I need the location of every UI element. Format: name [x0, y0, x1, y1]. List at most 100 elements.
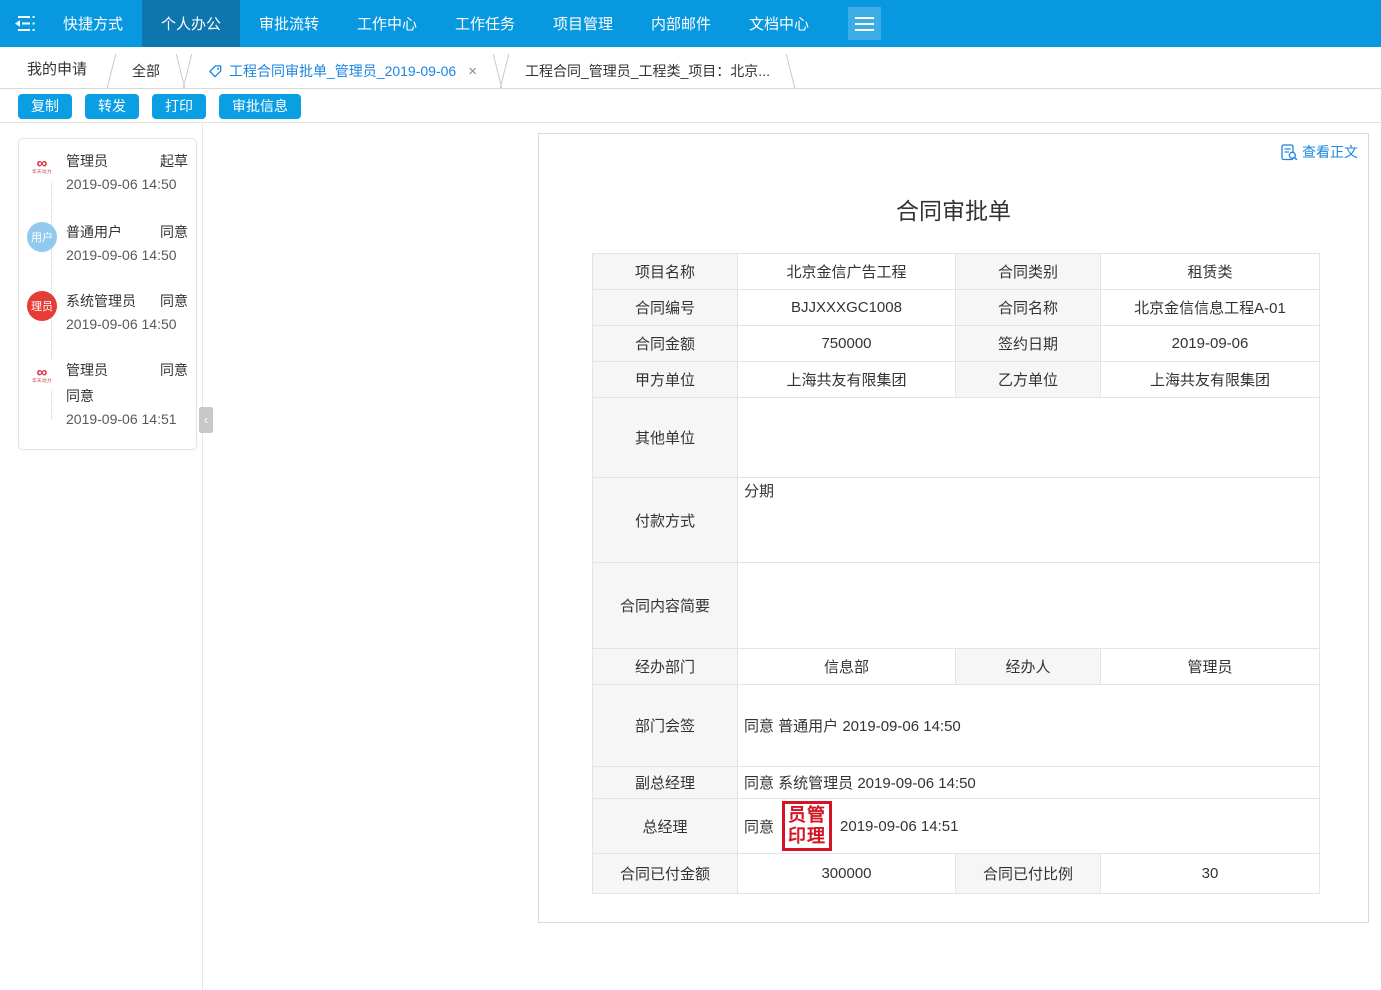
nav-item-project-mgmt[interactable]: 项目管理	[534, 0, 632, 47]
table-row: 合同已付金额 300000 合同已付比例 30	[593, 854, 1320, 894]
table-row: 合同编号 BJJXXXGC1008 合同名称 北京金信信息工程A-01	[593, 290, 1320, 326]
approval-seal: 员管 印理	[782, 801, 832, 851]
dept-value: 信息部	[738, 649, 956, 685]
timeline-item-gm[interactable]: ∞ 华天动力 管理员 同意 同意 2019-09-06 14:51	[27, 360, 196, 427]
approval-action: 同意	[160, 222, 196, 242]
sign-date-value: 2019-09-06	[1101, 326, 1320, 362]
table-row: 合同内容简要	[593, 563, 1320, 649]
tab-contract-project[interactable]: 工程合同_管理员_工程类_项目：北京...	[501, 54, 794, 88]
avatar-htdl-logo: ∞ 华天动力	[27, 360, 57, 390]
gm-approve-time: 2019-09-06 14:51	[840, 818, 958, 835]
menu-collapse-icon[interactable]	[0, 0, 44, 47]
summary-label: 合同内容简要	[593, 563, 738, 649]
nav-item-shortcuts[interactable]: 快捷方式	[44, 0, 142, 47]
toolbar: 复制 转发 打印 审批信息	[0, 90, 1381, 123]
sidebar-collapse-handle[interactable]: ‹	[199, 407, 213, 433]
view-body-link[interactable]: 查看正文	[1281, 142, 1358, 162]
approval-action: 同意	[160, 291, 196, 311]
approval-time: 2019-09-06 14:50	[66, 176, 196, 192]
logo-infinity-icon: ∞	[37, 366, 48, 379]
tab-bar: 我的申请 全部 工程合同审批单_管理员_2019-09-06 × 工程合同_管理…	[0, 47, 1381, 89]
summary-value	[738, 563, 1320, 649]
section-label-my-applications: 我的申请	[27, 47, 87, 89]
nav-item-personal-office[interactable]: 个人办公	[142, 0, 240, 47]
table-row: 部门会签 同意 普通用户 2019-09-06 14:50	[593, 685, 1320, 767]
table-row: 甲方单位 上海共友有限集团 乙方单位 上海共友有限集团	[593, 362, 1320, 398]
nav-item-approval-flow[interactable]: 审批流转	[240, 0, 338, 47]
contract-name-label: 合同名称	[956, 290, 1101, 326]
nav-item-doc-center[interactable]: 文档中心	[730, 0, 828, 47]
tag-icon	[208, 64, 223, 79]
gm-value: 同意 员管 印理 2019-09-06 14:51	[738, 799, 1320, 854]
approver-name: 管理员	[66, 360, 108, 380]
payment-value: 分期	[738, 478, 1320, 563]
dept-sign-value: 同意 普通用户 2019-09-06 14:50	[738, 685, 1320, 767]
amount-label: 合同金额	[593, 326, 738, 362]
document-search-icon	[1281, 144, 1298, 161]
tab-all-label: 全部	[132, 61, 160, 81]
party-b-label: 乙方单位	[956, 362, 1101, 398]
contract-approval-table: 项目名称 北京金信广告工程 合同类别 租赁类 合同编号 BJJXXXGC1008…	[592, 253, 1320, 894]
party-a-value: 上海共友有限集团	[738, 362, 956, 398]
document-title: 合同审批单	[539, 192, 1368, 226]
approver-name: 系统管理员	[66, 291, 136, 311]
party-b-value: 上海共友有限集团	[1101, 362, 1320, 398]
timeline-item-sysadmin[interactable]: 理员 系统管理员 同意 2019-09-06 14:50	[27, 291, 196, 332]
approval-timeline-card: ∞ 华天动力 管理员 起草 2019-09-06 14:50 用户 普通用户 同…	[18, 138, 197, 450]
other-unit-label: 其他单位	[593, 398, 738, 478]
avatar-user: 用户	[27, 222, 57, 252]
tab-close-icon[interactable]: ×	[468, 63, 477, 80]
contract-no-value: BJJXXXGC1008	[738, 290, 956, 326]
table-row: 合同金额 750000 签约日期 2019-09-06	[593, 326, 1320, 362]
approval-time: 2019-09-06 14:51	[66, 411, 196, 427]
approval-action: 同意	[160, 360, 196, 380]
sidebar-divider	[202, 123, 203, 990]
table-row: 付款方式 分期	[593, 478, 1320, 563]
table-row: 副总经理 同意 系统管理员 2019-09-06 14:50	[593, 767, 1320, 799]
print-button[interactable]: 打印	[152, 94, 206, 119]
tab-all[interactable]: 全部	[108, 54, 184, 88]
approval-action: 起草	[160, 151, 196, 171]
payment-label: 付款方式	[593, 478, 738, 563]
sign-date-label: 签约日期	[956, 326, 1101, 362]
table-row: 经办部门 信息部 经办人 管理员	[593, 649, 1320, 685]
party-a-label: 甲方单位	[593, 362, 738, 398]
seal-line1: 员管	[788, 805, 826, 826]
approver-name: 普通用户	[66, 222, 122, 242]
timeline-item-dept[interactable]: 用户 普通用户 同意 2019-09-06 14:50	[27, 222, 196, 263]
forward-button[interactable]: 转发	[85, 94, 139, 119]
timeline-item-draft[interactable]: ∞ 华天动力 管理员 起草 2019-09-06 14:50	[27, 151, 196, 192]
handler-value: 管理员	[1101, 649, 1320, 685]
avatar-admin: 理员	[27, 291, 57, 321]
tabs: 全部 工程合同审批单_管理员_2019-09-06 × 工程合同_管理员_工程类…	[108, 54, 794, 88]
approval-time: 2019-09-06 14:50	[66, 247, 196, 263]
table-row: 其他单位	[593, 398, 1320, 478]
approval-info-button[interactable]: 审批信息	[219, 94, 301, 119]
paid-ratio-value: 30	[1101, 854, 1320, 894]
top-navbar: 快捷方式 个人办公 审批流转 工作中心 工作任务 项目管理 内部邮件 文档中心	[0, 0, 1381, 47]
view-body-label: 查看正文	[1302, 142, 1358, 162]
more-menu-hamburger-icon[interactable]	[848, 7, 881, 40]
logo-infinity-icon: ∞	[37, 157, 48, 170]
paid-amount-value: 300000	[738, 854, 956, 894]
tab-contract-project-label: 工程合同_管理员_工程类_项目：北京...	[525, 61, 770, 81]
contract-category-value: 租赁类	[1101, 254, 1320, 290]
nav-item-internal-mail[interactable]: 内部邮件	[632, 0, 730, 47]
nav-item-work-tasks[interactable]: 工作任务	[436, 0, 534, 47]
logo-brand-text: 华天动力	[32, 170, 52, 175]
paid-amount-label: 合同已付金额	[593, 854, 738, 894]
paid-ratio-label: 合同已付比例	[956, 854, 1101, 894]
logo-brand-text: 华天动力	[32, 379, 52, 384]
gm-label: 总经理	[593, 799, 738, 854]
content-area: ‹ ∞ 华天动力 管理员 起草 2019-09-06 14:50 用户 普通用户	[0, 123, 1381, 867]
nav-item-work-center[interactable]: 工作中心	[338, 0, 436, 47]
copy-button[interactable]: 复制	[18, 94, 72, 119]
tab-contract-approval-form[interactable]: 工程合同审批单_管理员_2019-09-06 ×	[184, 54, 501, 88]
avatar-htdl-logo: ∞ 华天动力	[27, 151, 57, 181]
table-row: 总经理 同意 员管 印理 2019-09-06 14:51	[593, 799, 1320, 854]
vice-gm-label: 副总经理	[593, 767, 738, 799]
handler-label: 经办人	[956, 649, 1101, 685]
dept-label: 经办部门	[593, 649, 738, 685]
project-name-label: 项目名称	[593, 254, 738, 290]
menu-collapse-glyph	[9, 12, 36, 35]
